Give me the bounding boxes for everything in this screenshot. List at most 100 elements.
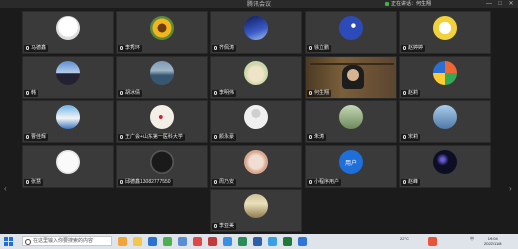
qq-icon[interactable]	[268, 237, 277, 246]
edge-icon[interactable]	[148, 237, 157, 246]
pdf-icon[interactable]	[193, 237, 202, 246]
participant-tile[interactable]: 李秀环	[116, 11, 208, 54]
participant-tile[interactable]: 张慧	[22, 145, 114, 188]
participant-nameplate: 李亚美	[212, 223, 237, 230]
participant-avatar	[150, 16, 174, 40]
participant-avatar	[56, 150, 80, 174]
participant-name: 胡冰倩	[125, 90, 141, 96]
participant-nameplate: 胡冰倩	[118, 90, 143, 97]
prev-page-icon[interactable]: ‹	[4, 184, 7, 193]
participant-nameplate: 王广会+山东第一医科大学	[118, 134, 185, 141]
participant-nameplate: 齐佩涛	[212, 45, 237, 52]
participant-tile[interactable]: 赵峰	[399, 145, 491, 188]
participant-nameplate: 颜永豪	[212, 134, 237, 141]
participant-name: 李明伟	[219, 90, 235, 96]
speaking-icon	[385, 1, 389, 6]
participant-tile[interactable]: 用户 小程序用户	[305, 145, 397, 188]
participant-tile[interactable]: 赵莉	[399, 56, 491, 99]
maximize-button[interactable]: □	[495, 0, 505, 8]
folder-icon[interactable]	[133, 237, 142, 246]
wechat-icon[interactable]	[163, 237, 172, 246]
app-icon[interactable]	[208, 237, 217, 246]
participant-nameplate: 宋莉	[401, 134, 421, 141]
participant-tile[interactable]: 马德鑫	[22, 11, 114, 54]
participant-name: 颜永豪	[219, 134, 235, 140]
participant-tile[interactable]: 徐立鹏	[305, 11, 397, 54]
participant-avatar	[339, 16, 363, 40]
participant-tile[interactable]: 邱德鑫13082777550	[116, 145, 208, 188]
microphone-icon	[403, 180, 406, 184]
green-app-icon[interactable]	[283, 237, 292, 246]
video-face	[347, 69, 359, 81]
participant-tile[interactable]: 赵婷婷	[399, 11, 491, 54]
participant-name: 韩	[31, 90, 37, 96]
meeting-icon[interactable]	[223, 237, 232, 246]
tencent-meeting-icon[interactable]	[298, 237, 307, 246]
participant-nameplate: 马德鑫	[24, 45, 49, 52]
next-page-icon[interactable]: ›	[509, 184, 512, 193]
participant-name: 曹佳辉	[31, 134, 47, 140]
participant-avatar	[433, 105, 457, 129]
excel-icon[interactable]	[238, 237, 247, 246]
word-icon[interactable]	[253, 237, 262, 246]
microphone-icon	[120, 135, 123, 139]
windows-start-icon[interactable]	[4, 237, 13, 246]
participant-name: 周乃安	[219, 179, 235, 185]
participant-nameplate: 赵峰	[401, 179, 421, 186]
participant-tile[interactable]: 韩	[22, 56, 114, 99]
participant-tile[interactable]: 齐佩涛	[210, 11, 302, 54]
participant-tile[interactable]: 李亚美	[210, 189, 302, 232]
microphone-icon	[309, 91, 312, 95]
tray-app-icon[interactable]	[428, 237, 437, 246]
microphone-icon	[214, 46, 217, 50]
microphone-icon	[309, 180, 312, 184]
microphone-icon	[120, 46, 123, 50]
microphone-icon	[214, 180, 217, 184]
participant-tile[interactable]: 曹佳辉	[22, 100, 114, 143]
microphone-icon	[403, 135, 406, 139]
taskbar-search-input[interactable]: 在这里输入你要搜索的内容	[22, 236, 112, 246]
microphone-icon	[214, 91, 217, 95]
taskview-icon[interactable]	[118, 237, 127, 246]
ime-indicator[interactable]: 中	[470, 236, 474, 242]
participant-avatar	[56, 105, 80, 129]
participant-avatar	[244, 105, 268, 129]
participant-tile[interactable]: 宋莉	[399, 100, 491, 143]
participant-name: 马德鑫	[31, 45, 47, 51]
participant-nameplate: 何生翔	[307, 90, 332, 97]
microphone-icon	[26, 135, 29, 139]
clock[interactable]: 19:04 2022/11/8	[484, 236, 502, 246]
participant-nameplate: 徐立鹏	[307, 45, 332, 52]
participant-avatar	[244, 61, 268, 85]
minimize-button[interactable]: —	[484, 0, 494, 8]
microphone-icon	[214, 224, 217, 228]
participant-tile[interactable]: 何生翔	[305, 56, 397, 99]
title-bar: 腾讯会议 正在讲话：何生翔 — □ ✕	[0, 0, 518, 8]
participant-name: 朱涛	[314, 134, 325, 140]
participant-tile[interactable]: 周乃安	[210, 145, 302, 188]
clock-date: 2022/11/8	[484, 241, 502, 246]
participant-nameplate: 张慧	[24, 179, 44, 186]
speaking-indicator: 正在讲话：何生翔	[383, 0, 443, 8]
microphone-icon	[26, 91, 29, 95]
participant-tile[interactable]: 王广会+山东第一医科大学	[116, 100, 208, 143]
participant-avatar	[150, 61, 174, 85]
participant-avatar: 用户	[339, 150, 363, 174]
participant-name: 徐立鹏	[314, 45, 330, 51]
participant-name: 王广会+山东第一医科大学	[125, 134, 183, 140]
close-button[interactable]: ✕	[506, 0, 516, 8]
participant-avatar	[433, 150, 457, 174]
participant-nameplate: 韩	[24, 90, 39, 97]
participant-name: 赵婷婷	[408, 45, 424, 51]
participant-tile[interactable]: 朱涛	[305, 100, 397, 143]
participant-tile[interactable]: 李明伟	[210, 56, 302, 99]
store-icon[interactable]	[178, 237, 187, 246]
participant-name: 张慧	[31, 179, 42, 185]
search-placeholder: 在这里输入你要搜索的内容	[33, 238, 94, 244]
participant-name: 李秀环	[125, 45, 141, 51]
participant-avatar	[150, 105, 174, 129]
participant-tile[interactable]: 颜永豪	[210, 100, 302, 143]
participant-tile[interactable]: 胡冰倩	[116, 56, 208, 99]
avatar-label: 用户	[344, 160, 357, 167]
participant-name: 邱德鑫13082777550	[125, 179, 171, 185]
